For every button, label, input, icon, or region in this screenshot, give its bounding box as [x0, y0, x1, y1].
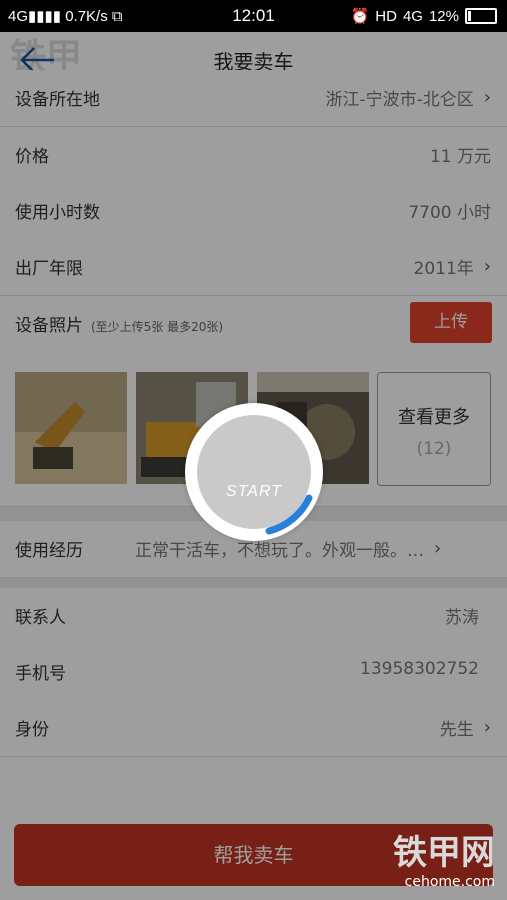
- brand-watermark: 铁甲网 cehome.com: [393, 833, 495, 890]
- alarm-icon: ⏰: [350, 8, 370, 25]
- battery-icon: [465, 8, 497, 24]
- progress-ring: [265, 494, 313, 535]
- loading-spinner: START: [185, 403, 323, 541]
- status-icons: ⏰ HD 4G 12%: [351, 7, 497, 25]
- battery-percent: 12%: [428, 7, 459, 25]
